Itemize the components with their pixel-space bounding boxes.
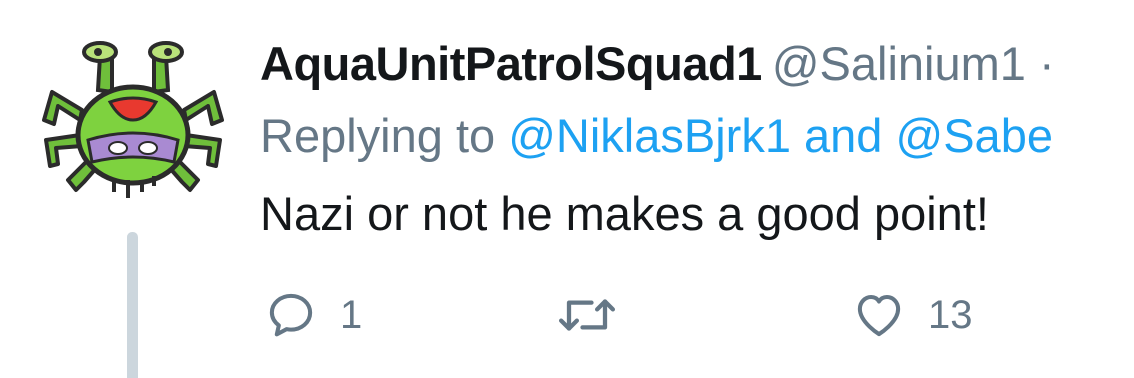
tweet-actions: 1 13: [0, 280, 1134, 350]
replying-to-label: Replying to: [260, 109, 509, 162]
replying-to-users-link[interactable]: @NiklasBjrk1 and @Sabe: [508, 109, 1053, 162]
reply-count: 1: [340, 292, 363, 337]
retweet-icon: [558, 299, 616, 331]
reply-icon: [269, 293, 313, 337]
green-crab-turtle-avatar-icon: [42, 41, 224, 198]
replying-to: Replying to @NiklasBjrk1 and @Sabe: [260, 108, 1053, 164]
tweet-text: Nazi or not he makes a good point!: [260, 187, 989, 240]
display-name[interactable]: AquaUnitPatrolSquad1: [260, 37, 762, 90]
user-handle[interactable]: @Salinium1 ·: [772, 37, 1055, 90]
tweet-header: AquaUnitPatrolSquad1 @Salinium1 ·: [260, 36, 1055, 92]
like-count: 13: [928, 292, 973, 337]
like-button[interactable]: 13: [852, 288, 973, 342]
heart-icon: [857, 294, 901, 337]
tweet[interactable]: AquaUnitPatrolSquad1 @Salinium1 · Replyin…: [0, 0, 1134, 378]
reply-button[interactable]: 1: [264, 288, 362, 342]
avatar[interactable]: [40, 40, 226, 200]
retweet-button[interactable]: [555, 288, 641, 342]
